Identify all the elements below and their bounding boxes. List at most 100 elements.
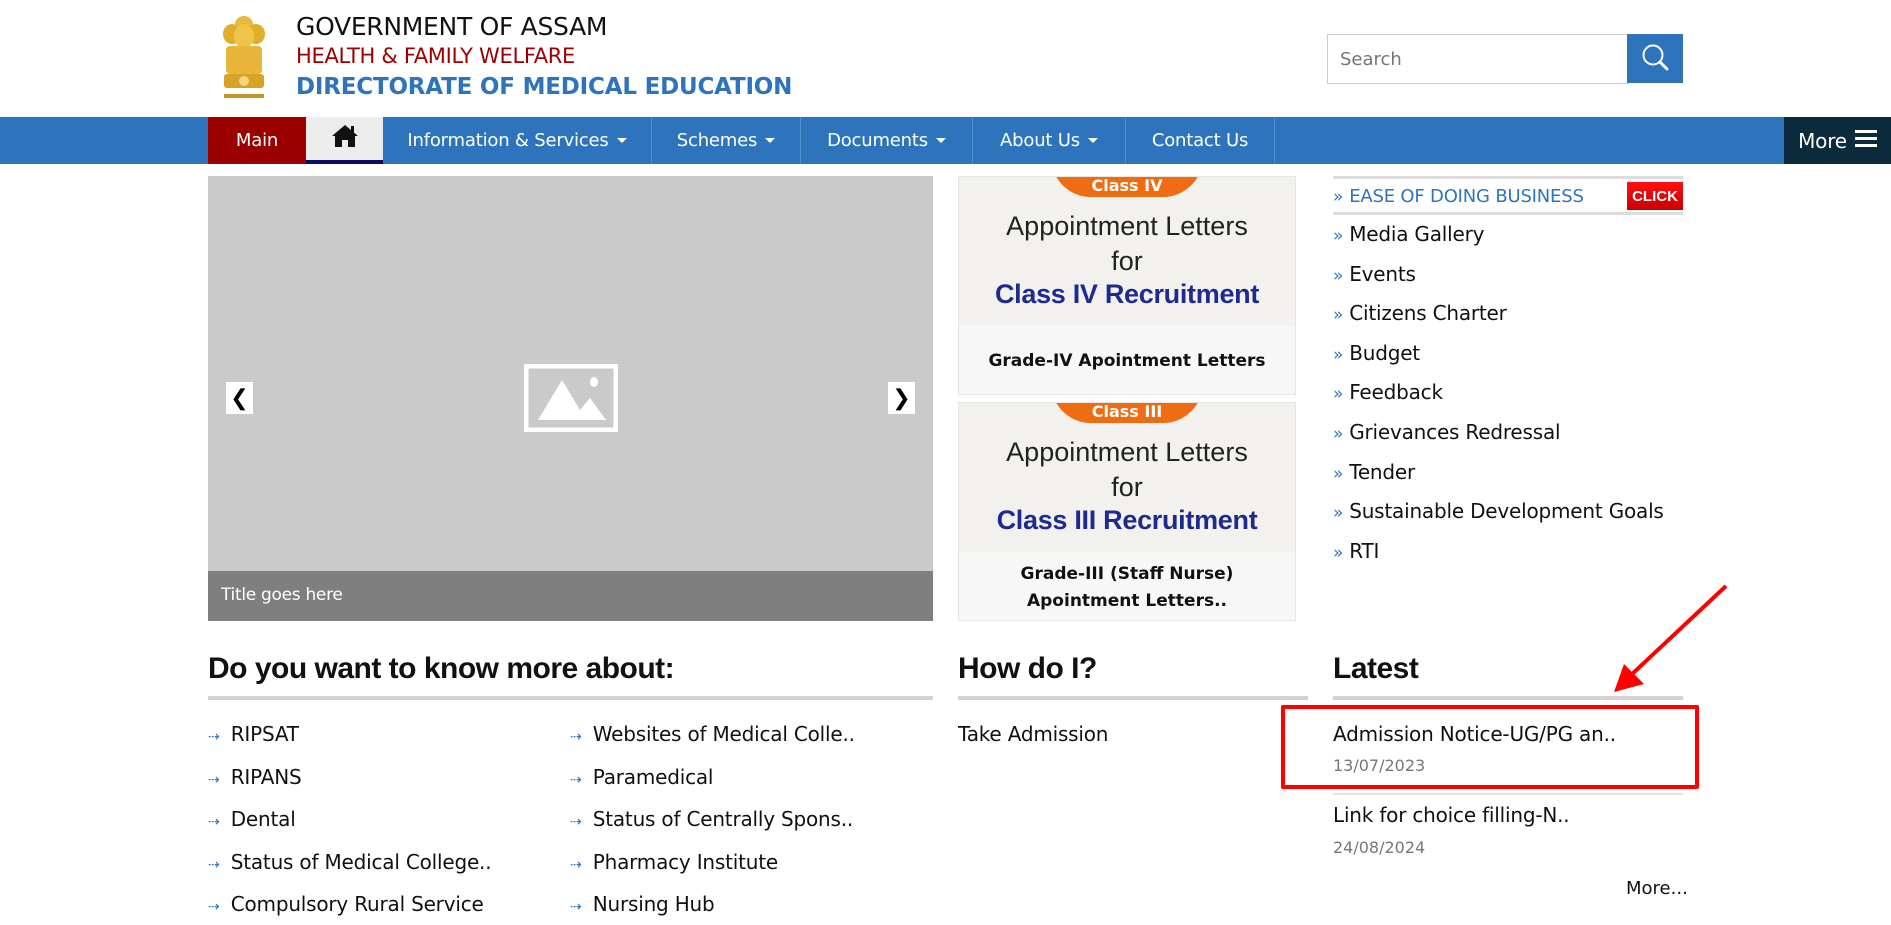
know-more-link[interactable]: ⇢ Websites of Medical Colle.. bbox=[570, 722, 855, 746]
card-caption[interactable]: Grade-III (Staff Nurse) Apointment Lette… bbox=[959, 552, 1295, 615]
latest-item-title[interactable]: Link for choice filling-N.. bbox=[1333, 803, 1570, 827]
slide-caption: Title goes here bbox=[208, 571, 933, 621]
nav-contact-us[interactable]: Contact Us bbox=[1126, 117, 1275, 164]
know-more-heading: Do you want to know more about: bbox=[208, 652, 675, 685]
quick-link-item[interactable]: » Events bbox=[1333, 262, 1416, 286]
slider-prev-button[interactable]: ❮ bbox=[226, 382, 253, 414]
card-banner-line: Appointment Letters bbox=[1006, 211, 1248, 241]
know-more-link[interactable]: ⇢ RIPSAT bbox=[208, 722, 299, 746]
know-more-label: Dental bbox=[230, 807, 296, 831]
nav-label: About Us bbox=[1000, 130, 1080, 151]
slider-next-button[interactable]: ❯ bbox=[888, 382, 915, 414]
quick-link-label: Citizens Charter bbox=[1349, 301, 1507, 326]
annotation-arrow-icon bbox=[1600, 580, 1740, 700]
nav-more-button[interactable]: More bbox=[1784, 117, 1891, 164]
quick-link-item[interactable]: » Budget bbox=[1333, 341, 1420, 365]
nav-label: Schemes bbox=[676, 130, 758, 151]
how-do-i-heading: How do I? bbox=[958, 652, 1097, 685]
dotted-arrow-icon: ⇢ bbox=[208, 856, 220, 873]
quick-link-label: Media Gallery bbox=[1349, 222, 1485, 246]
know-more-link[interactable]: ⇢ Dental bbox=[208, 807, 296, 831]
nav-home[interactable] bbox=[306, 117, 383, 164]
caret-down-icon bbox=[765, 138, 776, 143]
nav-main[interactable]: Main bbox=[208, 117, 306, 164]
chevron-left-icon: ❮ bbox=[230, 385, 249, 411]
nav-documents[interactable]: Documents bbox=[801, 117, 973, 164]
caret-down-icon bbox=[616, 138, 627, 143]
dotted-arrow-icon: ⇢ bbox=[570, 729, 582, 745]
know-more-label: Nursing Hub bbox=[592, 892, 715, 916]
latest-item-date: 24/08/2024 bbox=[1333, 838, 1426, 857]
dotted-arrow-icon: ⇢ bbox=[570, 856, 582, 873]
raquo-icon: » bbox=[1333, 226, 1344, 246]
quick-link-label: Feedback bbox=[1349, 380, 1443, 405]
nav-label: Documents bbox=[827, 130, 928, 151]
latest-more-link[interactable]: More... bbox=[1626, 878, 1688, 899]
click-badge[interactable]: CLICK bbox=[1627, 182, 1683, 210]
dotted-arrow-icon: ⇢ bbox=[208, 899, 220, 915]
caret-down-icon bbox=[1087, 138, 1098, 143]
know-more-link[interactable]: ⇢ RIPANS bbox=[208, 764, 302, 789]
latest-heading: Latest bbox=[1333, 652, 1419, 685]
dotted-arrow-icon: ⇢ bbox=[570, 814, 582, 830]
highlight-annotation-box bbox=[1281, 705, 1699, 789]
card-caption[interactable]: Grade-IV Apointment Letters bbox=[959, 326, 1295, 375]
quick-link-item[interactable]: » Sustainable Development Goals bbox=[1333, 499, 1664, 523]
dotted-arrow-icon: ⇢ bbox=[208, 814, 220, 830]
raquo-icon: » bbox=[1333, 187, 1344, 207]
nav-schemes[interactable]: Schemes bbox=[652, 117, 801, 164]
department-title: HEALTH & FAMILY WELFARE bbox=[296, 44, 576, 68]
search-button[interactable] bbox=[1627, 34, 1683, 83]
quick-link-label: Events bbox=[1349, 261, 1416, 286]
ease-of-doing-business-link[interactable]: » EASE OF DOING BUSINESS bbox=[1333, 186, 1584, 207]
know-more-link[interactable]: ⇢ Paramedical bbox=[570, 765, 713, 789]
quick-link-item[interactable]: » Tender bbox=[1333, 460, 1415, 484]
government-title: GOVERNMENT OF ASSAM bbox=[296, 12, 608, 41]
card-banner-line: for bbox=[1111, 472, 1143, 502]
know-more-label: Status of Medical College.. bbox=[230, 849, 492, 874]
latest-divider bbox=[1333, 793, 1683, 795]
search-icon bbox=[1640, 42, 1670, 76]
know-more-link[interactable]: ⇢ Compulsory Rural Service bbox=[208, 892, 484, 916]
know-more-label: Pharmacy Institute bbox=[592, 849, 778, 874]
hamburger-icon bbox=[1854, 128, 1877, 153]
quick-link-label: Grievances Redressal bbox=[1349, 420, 1561, 444]
raquo-icon: » bbox=[1333, 463, 1344, 484]
nav-information-services[interactable]: Information & Services bbox=[383, 117, 652, 164]
know-more-link[interactable]: ⇢ Status of Centrally Spons.. bbox=[570, 807, 853, 831]
quick-link-item[interactable]: » RTI bbox=[1333, 539, 1379, 563]
nav-more-label: More bbox=[1798, 128, 1847, 153]
search-input[interactable] bbox=[1327, 34, 1629, 84]
nav-label: Information & Services bbox=[407, 130, 609, 151]
quick-link-label: Sustainable Development Goals bbox=[1349, 499, 1664, 524]
directorate-title[interactable]: DIRECTORATE OF MEDICAL EDUCATION bbox=[296, 74, 792, 100]
raquo-icon: » bbox=[1333, 384, 1344, 405]
quick-link-item[interactable]: » Grievances Redressal bbox=[1333, 420, 1561, 444]
card-banner-line: Appointment Letters bbox=[1006, 437, 1248, 467]
quick-link-item[interactable]: » Media Gallery bbox=[1333, 222, 1484, 246]
card-pill: Class IV bbox=[1051, 177, 1203, 197]
quick-link-item[interactable]: » Feedback bbox=[1333, 380, 1443, 404]
how-do-i-take-admission[interactable]: Take Admission bbox=[958, 722, 1108, 746]
caret-down-icon bbox=[935, 138, 946, 143]
nav-about-us[interactable]: About Us bbox=[973, 117, 1126, 164]
home-icon bbox=[331, 124, 359, 153]
know-more-label: Compulsory Rural Service bbox=[230, 892, 484, 916]
know-more-label: Status of Centrally Spons.. bbox=[592, 807, 854, 831]
know-more-label: RIPANS bbox=[230, 764, 302, 789]
dotted-arrow-icon: ⇢ bbox=[570, 899, 582, 915]
raquo-icon: » bbox=[1333, 424, 1344, 444]
raquo-icon: » bbox=[1333, 344, 1344, 365]
raquo-icon: » bbox=[1333, 542, 1344, 563]
ashoka-emblem-icon bbox=[218, 10, 270, 104]
card-banner: Class IV Appointment Letters for Class I… bbox=[959, 177, 1295, 326]
card-banner-highlight: Class III Recruitment bbox=[996, 505, 1258, 535]
card-grade-iv-letters[interactable]: Class IV Appointment Letters for Class I… bbox=[958, 176, 1296, 395]
know-more-link[interactable]: ⇢ Pharmacy Institute bbox=[570, 850, 778, 874]
know-more-link[interactable]: ⇢ Status of Medical College.. bbox=[208, 849, 492, 874]
know-more-link[interactable]: ⇢ Nursing Hub bbox=[570, 892, 715, 916]
card-grade-iii-letters[interactable]: Class III Appointment Letters for Class … bbox=[958, 402, 1296, 621]
quick-link-label: Tender bbox=[1349, 459, 1416, 484]
raquo-icon: » bbox=[1333, 265, 1344, 286]
quick-link-item[interactable]: » Citizens Charter bbox=[1333, 301, 1507, 325]
